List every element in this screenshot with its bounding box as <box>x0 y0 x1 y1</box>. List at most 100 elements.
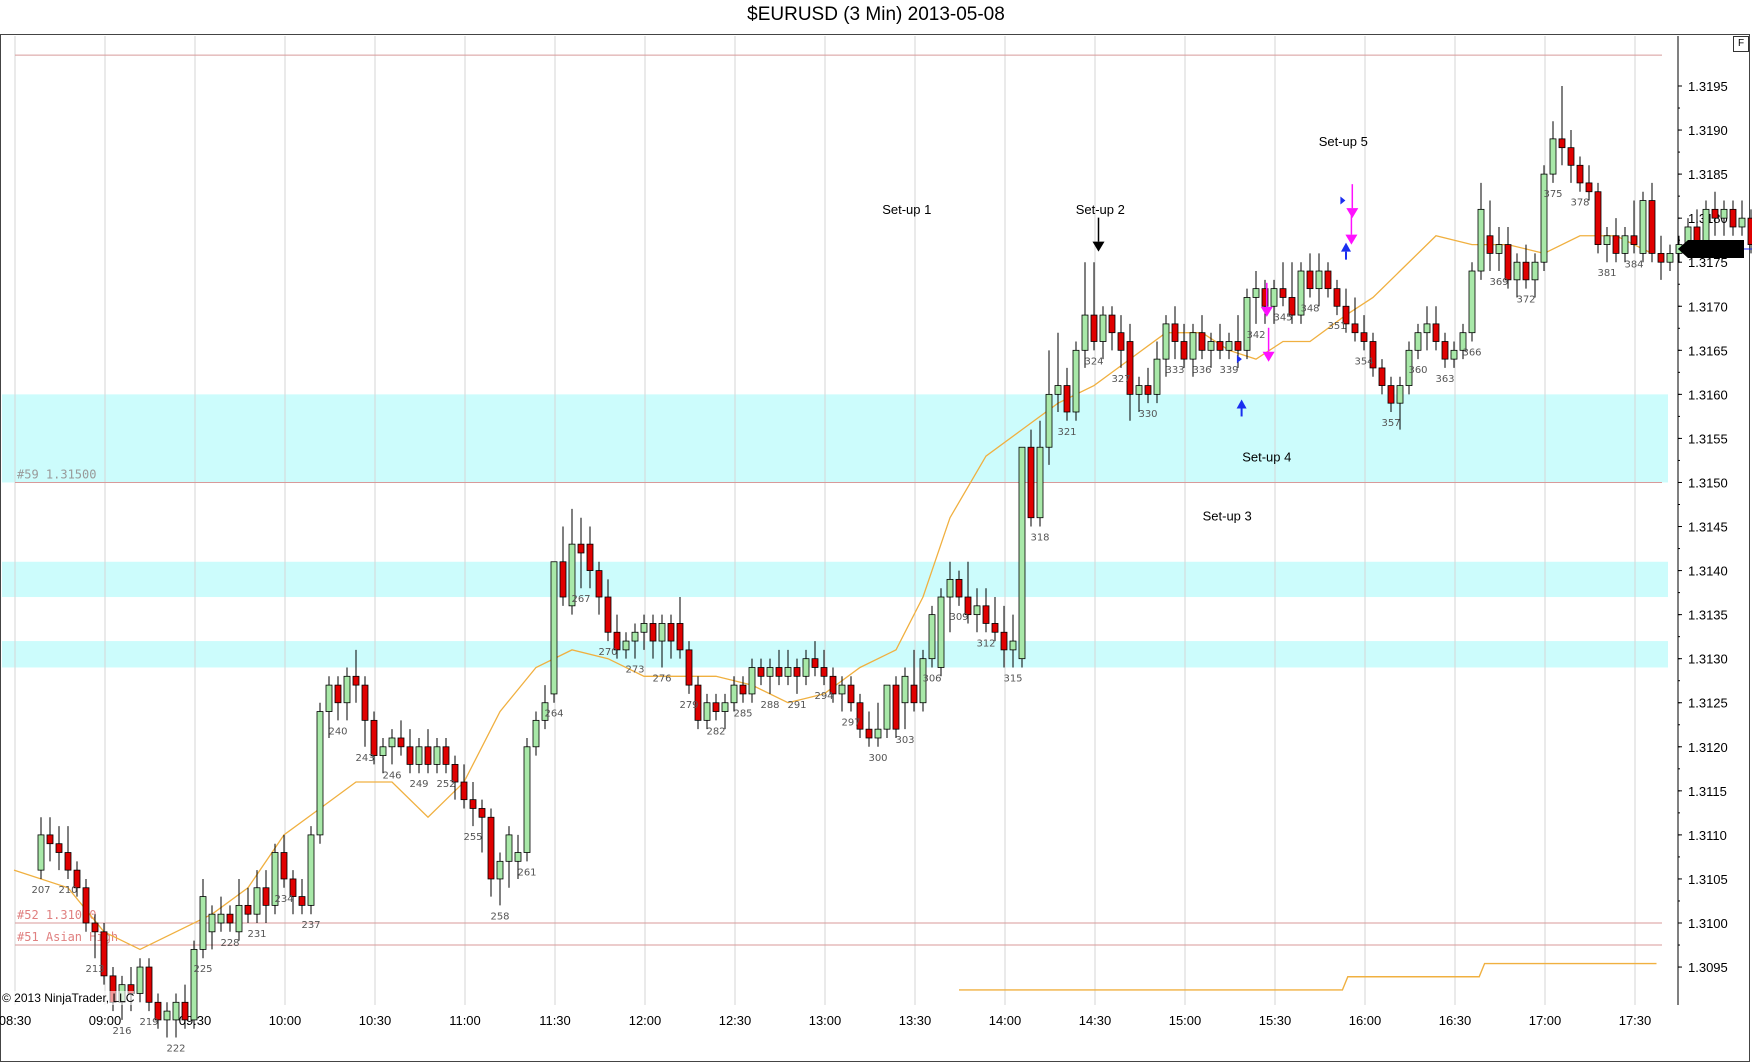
candle-up[interactable] <box>1513 261 1521 281</box>
candle-down[interactable] <box>1378 367 1386 386</box>
candle-down[interactable] <box>1198 332 1206 351</box>
candle-up[interactable] <box>325 684 333 712</box>
candle-down[interactable] <box>865 728 873 739</box>
candle-down[interactable] <box>1108 314 1116 334</box>
candle-down[interactable] <box>334 684 342 704</box>
candle-down[interactable] <box>892 684 900 730</box>
candle-up[interactable] <box>1036 446 1044 519</box>
candle-down[interactable] <box>145 966 153 1003</box>
candle-up[interactable] <box>1414 332 1422 351</box>
candle-down[interactable] <box>1090 314 1098 342</box>
candle-up[interactable] <box>1738 217 1746 228</box>
candle-down[interactable] <box>685 649 693 686</box>
candle-down[interactable] <box>1063 385 1071 413</box>
candle-up[interactable] <box>199 896 207 950</box>
candle-down[interactable] <box>1279 288 1287 298</box>
candle-up[interactable] <box>415 746 423 765</box>
candle-down[interactable] <box>811 658 819 668</box>
candle-down[interactable] <box>676 623 684 651</box>
candle-down[interactable] <box>55 843 63 853</box>
candle-down[interactable] <box>1630 235 1638 245</box>
candle-up[interactable] <box>748 667 756 695</box>
candle-up[interactable] <box>190 949 198 1021</box>
candle-up[interactable] <box>163 1010 171 1021</box>
candle-up[interactable] <box>253 887 261 915</box>
candle-up[interactable] <box>1081 314 1089 351</box>
candle-up[interactable] <box>1099 314 1107 342</box>
candle-down[interactable] <box>1594 191 1602 245</box>
candle-down[interactable] <box>577 543 585 554</box>
candle-down[interactable] <box>1126 341 1134 395</box>
candle-up[interactable] <box>1639 200 1647 254</box>
candle-down[interactable] <box>1576 164 1584 184</box>
candle-up[interactable] <box>1243 297 1251 351</box>
candle-up[interactable] <box>1549 138 1557 175</box>
candle-down[interactable] <box>1567 147 1575 166</box>
candle-up[interactable] <box>217 913 225 924</box>
candle-up[interactable] <box>1603 235 1611 245</box>
candle-down[interactable] <box>64 852 72 871</box>
candle-up[interactable] <box>928 614 936 660</box>
candle-up[interactable] <box>1720 208 1728 219</box>
candle-up[interactable] <box>1531 261 1539 281</box>
candle-down[interactable] <box>262 887 270 906</box>
candle-down[interactable] <box>1522 261 1530 281</box>
candle-down[interactable] <box>280 852 288 880</box>
candle-up[interactable] <box>1702 208 1710 245</box>
candle-down[interactable] <box>1171 323 1179 342</box>
candle-down[interactable] <box>667 623 675 642</box>
candle-down[interactable] <box>226 913 234 924</box>
candle-down[interactable] <box>1585 182 1593 193</box>
candle-up[interactable] <box>937 596 945 668</box>
candle-down[interactable] <box>1387 385 1395 404</box>
candle-up[interactable] <box>235 904 243 933</box>
candle-down[interactable] <box>1648 200 1656 254</box>
candle-down[interactable] <box>955 578 963 598</box>
candle-down[interactable] <box>352 675 360 686</box>
candle-up[interactable] <box>640 623 648 633</box>
candle-up[interactable] <box>1315 270 1323 290</box>
candle-up[interactable] <box>1207 341 1215 351</box>
candle-down[interactable] <box>1027 446 1035 519</box>
candle-down[interactable] <box>1333 288 1341 307</box>
candle-down[interactable] <box>442 746 450 765</box>
candle-up[interactable] <box>496 860 504 880</box>
candle-up[interactable] <box>1270 288 1278 307</box>
candle-up[interactable] <box>388 737 396 748</box>
candle-up[interactable] <box>1189 332 1197 360</box>
candle-up[interactable] <box>343 675 351 704</box>
candle-up[interactable] <box>1666 252 1674 263</box>
candle-up[interactable] <box>703 702 711 721</box>
candle-down[interactable] <box>820 667 828 677</box>
candle-up[interactable] <box>766 667 774 677</box>
candle-up[interactable] <box>1450 349 1458 360</box>
candle-down[interactable] <box>1612 235 1620 254</box>
candle-up[interactable] <box>1162 323 1170 360</box>
candle-down[interactable] <box>1432 323 1440 342</box>
candle-up[interactable] <box>532 719 540 748</box>
candle-down[interactable] <box>478 808 486 818</box>
candle-up[interactable] <box>523 746 531 853</box>
candle-down[interactable] <box>586 543 594 571</box>
candle-down[interactable] <box>1144 385 1152 395</box>
candle-up[interactable] <box>136 966 144 994</box>
candle-down[interactable] <box>406 746 414 765</box>
candle-down[interactable] <box>1117 332 1125 351</box>
candle-up[interactable] <box>721 702 729 712</box>
candle-up[interactable] <box>379 746 387 757</box>
candle-up[interactable] <box>208 913 216 933</box>
candle-down[interactable] <box>739 684 747 695</box>
candlestick-chart[interactable]: 08:30 09:00 09:30 10:00 10:30 11:00 11:30 12:00… <box>0 0 1752 1064</box>
candle-down[interactable] <box>595 570 603 598</box>
candle-up[interactable] <box>784 667 792 677</box>
candle-down[interactable] <box>1486 235 1494 254</box>
candle-up[interactable] <box>433 746 441 765</box>
candle-up[interactable] <box>1054 385 1062 395</box>
candle-down[interactable] <box>757 667 765 677</box>
candle-up[interactable] <box>316 711 324 836</box>
candle-up[interactable] <box>514 852 522 862</box>
candle-up[interactable] <box>1477 208 1485 272</box>
candle-down[interactable] <box>1504 244 1512 281</box>
candle-down[interactable] <box>1729 208 1737 228</box>
candle-down[interactable] <box>181 1001 189 1021</box>
